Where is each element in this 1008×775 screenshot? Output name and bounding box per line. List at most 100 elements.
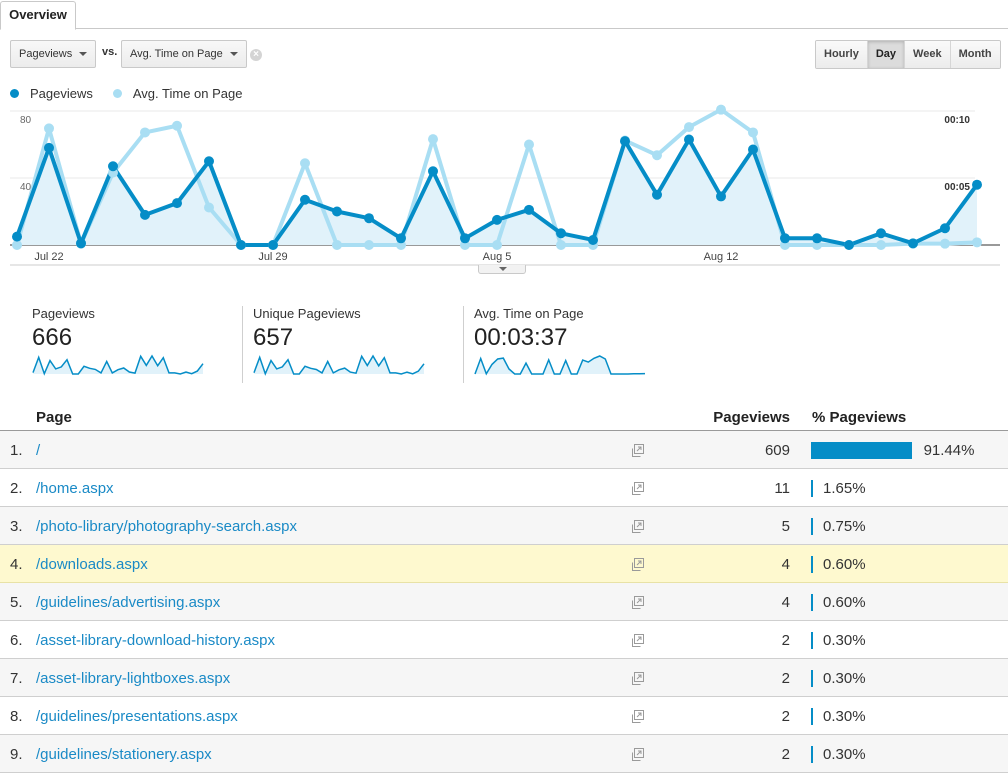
pageviews-point[interactable] — [684, 134, 694, 145]
pageviews-point[interactable] — [428, 166, 438, 177]
granularity-hourly-button[interactable]: Hourly — [816, 41, 867, 68]
page-link[interactable]: / — [36, 442, 40, 459]
pageviews-point[interactable] — [876, 228, 886, 239]
pageviews-point[interactable] — [524, 204, 534, 215]
pageviews-point[interactable] — [140, 209, 150, 220]
pageviews-point[interactable] — [620, 136, 630, 147]
open-in-new-window-icon[interactable] — [630, 748, 644, 762]
data-table: Page Pageviews % Pageviews 1. / 609 91.44% 2… — [0, 400, 1008, 773]
pageviews-point[interactable] — [12, 231, 22, 242]
page-link[interactable]: /guidelines/presentations.aspx — [36, 708, 238, 725]
avg-time-point[interactable] — [524, 139, 534, 150]
secondary-metric-select[interactable]: Avg. Time on Page — [121, 40, 247, 68]
pageviews-point[interactable] — [236, 240, 246, 250]
column-header-page[interactable]: Page — [36, 409, 72, 426]
pageviews-point[interactable] — [588, 234, 598, 245]
column-header-pct-pageviews[interactable]: % Pageviews — [812, 409, 906, 426]
open-in-new-window-icon[interactable] — [630, 520, 644, 534]
open-in-new-window-icon[interactable] — [630, 482, 644, 496]
scorecard-avg-time[interactable]: Avg. Time on Page 00:03:37 — [474, 300, 654, 383]
avg-time-point[interactable] — [44, 123, 54, 134]
scorecard-label: Avg. Time on Page — [474, 306, 584, 321]
pageviews-point[interactable] — [972, 179, 982, 190]
line-chart[interactable]: 80 40 00:10 00:05 Jul 22 Jul 29 Aug 5 Aug 12 — [0, 100, 1008, 270]
chart-collapse-toggle[interactable] — [478, 265, 526, 274]
pageviews-point[interactable] — [172, 198, 182, 209]
avg-time-point[interactable] — [556, 240, 566, 250]
avg-time-point[interactable] — [204, 202, 214, 213]
tab-overview[interactable]: Overview — [0, 1, 76, 30]
avg-time-point[interactable] — [972, 237, 982, 248]
pageviews-point[interactable] — [396, 233, 406, 244]
table-row[interactable]: 9. /guidelines/stationery.aspx 2 0.30% — [0, 735, 1008, 773]
pageviews-point[interactable] — [492, 214, 502, 225]
table-row[interactable]: 4. /downloads.aspx 4 0.60% — [0, 545, 1008, 583]
avg-time-point[interactable] — [492, 240, 502, 250]
avg-time-point[interactable] — [652, 150, 662, 161]
pct-value: 0.30% — [823, 708, 866, 725]
avg-time-point[interactable] — [332, 240, 342, 250]
legend-item-pageviews[interactable]: Pageviews — [10, 86, 93, 101]
pageviews-point[interactable] — [748, 144, 758, 155]
pageviews-point[interactable] — [940, 223, 950, 234]
avg-time-point[interactable] — [876, 240, 886, 250]
page-link[interactable]: /asset-library-lightboxes.aspx — [36, 670, 230, 687]
granularity-day-button[interactable]: Day — [866, 41, 905, 68]
table-row[interactable]: 3. /photo-library/photography-search.aspx… — [0, 507, 1008, 545]
pageviews-point[interactable] — [44, 142, 54, 153]
avg-time-point[interactable] — [300, 158, 310, 169]
granularity-week-button[interactable]: Week — [904, 41, 950, 68]
pageviews-point[interactable] — [556, 228, 566, 239]
table-row[interactable]: 2. /home.aspx 11 1.65% — [0, 469, 1008, 507]
open-in-new-window-icon[interactable] — [630, 596, 644, 610]
close-circle-icon[interactable]: × — [250, 49, 262, 61]
pageviews-value: 5 — [781, 518, 790, 535]
legend-item-avg-time[interactable]: Avg. Time on Page — [112, 86, 242, 101]
page-link[interactable]: /downloads.aspx — [36, 556, 148, 573]
pageviews-point[interactable] — [716, 191, 726, 202]
avg-time-point[interactable] — [748, 127, 758, 138]
primary-metric-select[interactable]: Pageviews — [10, 40, 96, 68]
table-row[interactable]: 7. /asset-library-lightboxes.aspx 2 0.30% — [0, 659, 1008, 697]
pageviews-point[interactable] — [908, 238, 918, 249]
table-row[interactable]: 5. /guidelines/advertising.aspx 4 0.60% — [0, 583, 1008, 621]
table-row[interactable]: 6. /asset-library-download-history.aspx 2 0… — [0, 621, 1008, 659]
pageviews-point[interactable] — [652, 189, 662, 200]
pageviews-point[interactable] — [76, 238, 86, 249]
open-in-new-window-icon[interactable] — [630, 634, 644, 648]
granularity-month-button[interactable]: Month — [949, 41, 1000, 68]
pageviews-point[interactable] — [108, 161, 118, 172]
avg-time-point[interactable] — [716, 104, 726, 115]
open-in-new-window-icon[interactable] — [630, 558, 644, 572]
avg-time-point[interactable] — [140, 127, 150, 138]
avg-time-point[interactable] — [684, 122, 694, 133]
pageviews-point[interactable] — [364, 213, 374, 224]
open-in-new-window-icon[interactable] — [630, 710, 644, 724]
tab-bar: Overview — [0, 0, 1008, 30]
scorecard-pageviews[interactable]: Pageviews 666 — [32, 300, 212, 383]
pageviews-point[interactable] — [332, 206, 342, 217]
pageviews-point[interactable] — [300, 194, 310, 205]
table-row[interactable]: 1. / 609 91.44% — [0, 431, 1008, 469]
column-header-pageviews[interactable]: Pageviews — [713, 409, 790, 426]
pageviews-point[interactable] — [204, 156, 214, 167]
pageviews-point[interactable] — [812, 233, 822, 244]
pageviews-point[interactable] — [268, 240, 278, 250]
pageviews-point[interactable] — [780, 233, 790, 244]
avg-time-point[interactable] — [364, 240, 374, 250]
avg-time-point[interactable] — [428, 134, 438, 145]
open-in-new-window-icon[interactable] — [630, 444, 644, 458]
page-link[interactable]: /guidelines/stationery.aspx — [36, 746, 212, 763]
page-link[interactable]: /guidelines/advertising.aspx — [36, 594, 220, 611]
scorecard-unique-pageviews[interactable]: Unique Pageviews 657 — [253, 300, 433, 383]
page-link[interactable]: /home.aspx — [36, 480, 114, 497]
open-in-new-window-icon[interactable] — [630, 672, 644, 686]
page-link[interactable]: /asset-library-download-history.aspx — [36, 632, 275, 649]
page-link[interactable]: /photo-library/photography-search.aspx — [36, 518, 297, 535]
pageviews-point[interactable] — [460, 233, 470, 244]
avg-time-point[interactable] — [172, 120, 182, 131]
divider — [463, 306, 464, 383]
table-row[interactable]: 8. /guidelines/presentations.aspx 2 0.30% — [0, 697, 1008, 735]
avg-time-point[interactable] — [940, 238, 950, 249]
pageviews-point[interactable] — [844, 240, 854, 250]
